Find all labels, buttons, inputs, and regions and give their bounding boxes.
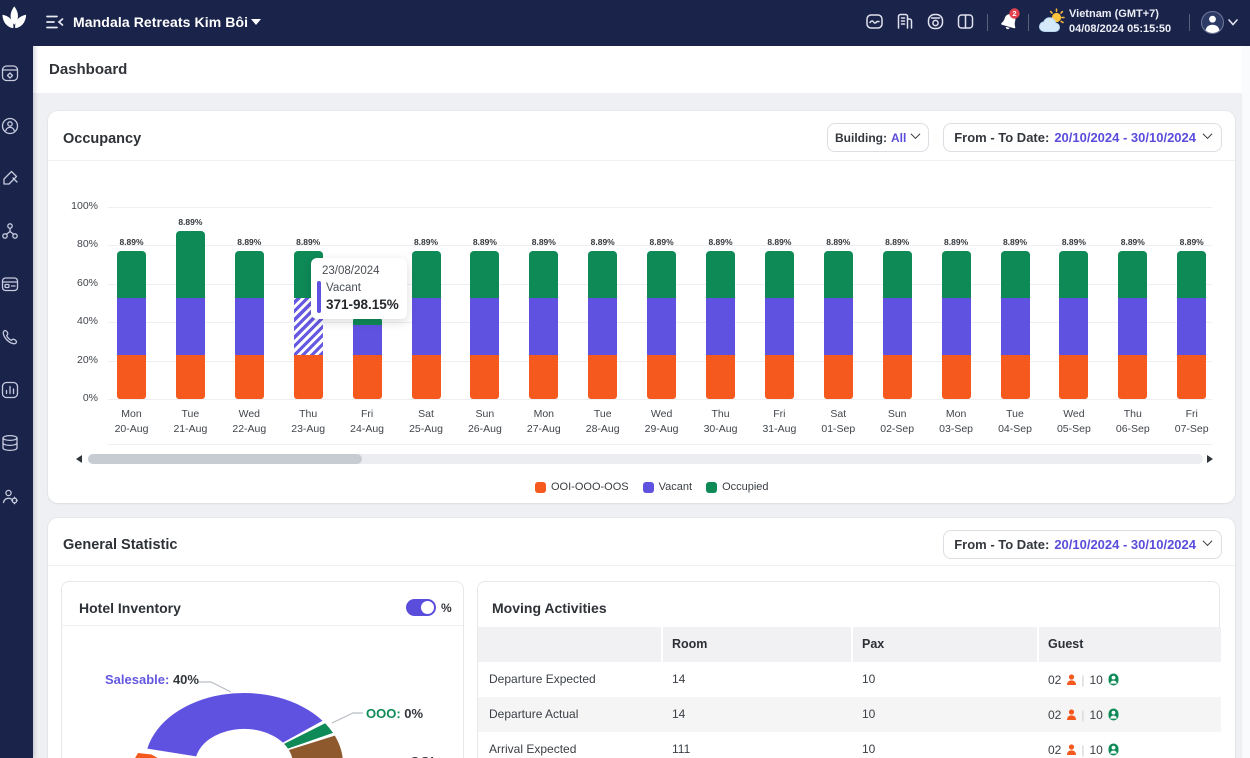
- svg-text:2: 2: [1012, 9, 1016, 18]
